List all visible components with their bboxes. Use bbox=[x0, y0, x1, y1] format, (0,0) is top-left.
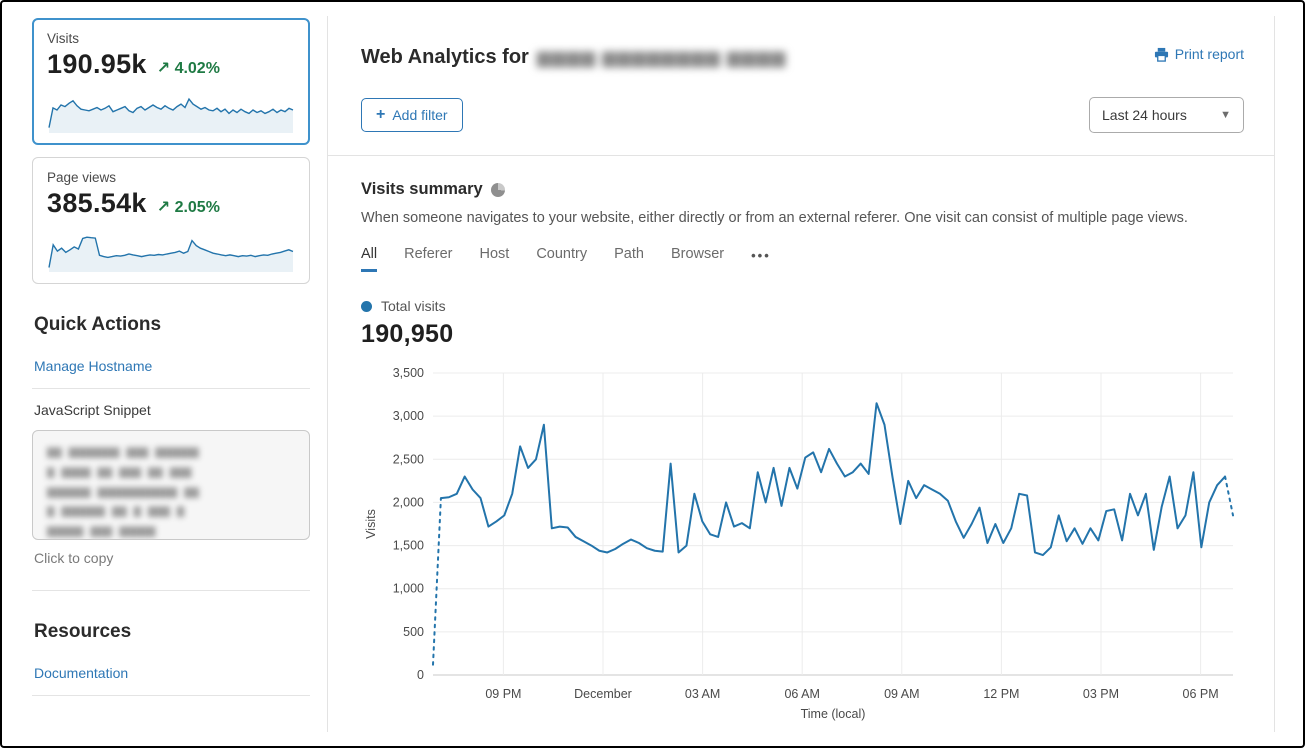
svg-text:2,000: 2,000 bbox=[393, 495, 424, 509]
pie-chart-info-icon bbox=[491, 183, 505, 197]
tab-country[interactable]: Country bbox=[536, 246, 587, 272]
metric-label: Page views bbox=[47, 170, 295, 185]
svg-text:1,000: 1,000 bbox=[393, 582, 424, 596]
svg-text:06 PM: 06 PM bbox=[1183, 687, 1219, 701]
visits-line-chart: 0 500 1,000 1,500 2,000 2,500 3,000 3,500 09 PM D… bbox=[361, 359, 1241, 727]
sidebar: Visits 190.95k ↗ 4.02% Page views 385.54… bbox=[32, 18, 310, 696]
svg-text:500: 500 bbox=[403, 625, 424, 639]
add-filter-button[interactable]: + Add filter bbox=[361, 98, 463, 132]
svg-text:Time (local): Time (local) bbox=[801, 707, 866, 721]
svg-text:0: 0 bbox=[417, 668, 424, 682]
print-report-link[interactable]: Print report bbox=[1154, 46, 1244, 62]
divider bbox=[328, 155, 1274, 156]
svg-text:09 AM: 09 AM bbox=[884, 687, 919, 701]
metric-card-page-views[interactable]: Page views 385.54k ↗ 2.05% bbox=[32, 157, 310, 284]
divider bbox=[32, 590, 310, 591]
chart-legend: Total visits bbox=[361, 298, 1244, 314]
svg-text:3,000: 3,000 bbox=[393, 409, 424, 423]
visits-summary-description: When someone navigates to your website, … bbox=[361, 210, 1244, 226]
blurred-code-line: ▆ ▆▆▆▆▆▆ ▆▆ ▆ ▆▆▆ ▆ bbox=[47, 502, 295, 522]
svg-text:09 PM: 09 PM bbox=[485, 687, 521, 701]
svg-text:12 PM: 12 PM bbox=[983, 687, 1019, 701]
page-views-sparkline-chart bbox=[47, 223, 295, 273]
metric-delta: ↗ 2.05% bbox=[157, 197, 220, 217]
trend-up-arrow-icon: ↗ bbox=[157, 199, 170, 216]
blurred-code-line: ▆▆▆▆▆ ▆▆▆ ▆▆▆▆▆ bbox=[47, 522, 295, 540]
legend-label: Total visits bbox=[381, 298, 446, 314]
svg-text:03 PM: 03 PM bbox=[1083, 687, 1119, 701]
visits-summary-heading: Visits summary bbox=[361, 180, 483, 199]
svg-text:December: December bbox=[574, 687, 632, 701]
svg-text:Visits: Visits bbox=[364, 509, 378, 539]
trend-up-arrow-icon: ↗ bbox=[157, 60, 170, 77]
printer-icon bbox=[1154, 47, 1169, 62]
tab-all[interactable]: All bbox=[361, 246, 377, 272]
javascript-snippet-code-box[interactable]: ▆▆ ▆▆▆▆▆▆▆ ▆▆▆ ▆▆▆▆▆▆ ▆ ▆▆▆▆ ▆▆ ▆▆▆ ▆▆ ▆… bbox=[32, 430, 310, 540]
blurred-domain-name: ▆▆▆▆ ▆▆▆▆▆▆▆▆ ▆▆▆▆ bbox=[537, 47, 787, 68]
svg-text:3,500: 3,500 bbox=[393, 366, 424, 380]
javascript-snippet-label: JavaScript Snippet bbox=[32, 389, 310, 430]
manage-hostname-link[interactable]: Manage Hostname bbox=[32, 354, 310, 388]
legend-dot-icon bbox=[361, 301, 372, 312]
more-tabs-ellipsis-icon[interactable]: ••• bbox=[751, 248, 771, 270]
time-range-dropdown[interactable]: Last 24 hours ▼ bbox=[1089, 97, 1244, 133]
tab-referer[interactable]: Referer bbox=[404, 246, 452, 272]
tab-host[interactable]: Host bbox=[479, 246, 509, 272]
metric-value: 385.54k bbox=[47, 188, 147, 219]
tab-path[interactable]: Path bbox=[614, 246, 644, 272]
svg-text:2,500: 2,500 bbox=[393, 452, 424, 466]
svg-text:06 AM: 06 AM bbox=[784, 687, 819, 701]
metric-card-visits[interactable]: Visits 190.95k ↗ 4.02% bbox=[32, 18, 310, 145]
svg-text:03 AM: 03 AM bbox=[685, 687, 720, 701]
quick-actions-heading: Quick Actions bbox=[34, 314, 310, 336]
documentation-link[interactable]: Documentation bbox=[32, 661, 310, 695]
metric-delta: ↗ 4.02% bbox=[157, 58, 220, 78]
blurred-code-line: ▆▆▆▆▆▆ ▆▆▆▆▆▆▆▆▆▆▆ ▆▆ bbox=[47, 483, 295, 503]
metric-value: 190.95k bbox=[47, 49, 147, 80]
svg-text:1,500: 1,500 bbox=[393, 539, 424, 553]
page-title: Web Analytics for ▆▆▆▆ ▆▆▆▆▆▆▆▆ ▆▆▆▆ bbox=[361, 46, 786, 69]
main-panel: Web Analytics for ▆▆▆▆ ▆▆▆▆▆▆▆▆ ▆▆▆▆ Pri… bbox=[327, 16, 1275, 732]
chevron-down-icon: ▼ bbox=[1220, 109, 1231, 121]
click-to-copy-hint: Click to copy bbox=[34, 550, 310, 566]
visits-sparkline-chart bbox=[47, 84, 295, 134]
plus-icon: + bbox=[376, 107, 385, 123]
blurred-code-line: ▆ ▆▆▆▆ ▆▆ ▆▆▆ ▆▆ ▆▆▆ bbox=[47, 463, 295, 483]
divider bbox=[32, 695, 310, 696]
total-visits-value: 190,950 bbox=[361, 320, 1244, 349]
resources-heading: Resources bbox=[34, 621, 310, 643]
summary-tabs: All Referer Host Country Path Browser ••… bbox=[361, 246, 1244, 272]
blurred-code-line: ▆▆ ▆▆▆▆▆▆▆ ▆▆▆ ▆▆▆▆▆▆ bbox=[47, 443, 295, 463]
tab-browser[interactable]: Browser bbox=[671, 246, 724, 272]
metric-label: Visits bbox=[47, 31, 295, 46]
